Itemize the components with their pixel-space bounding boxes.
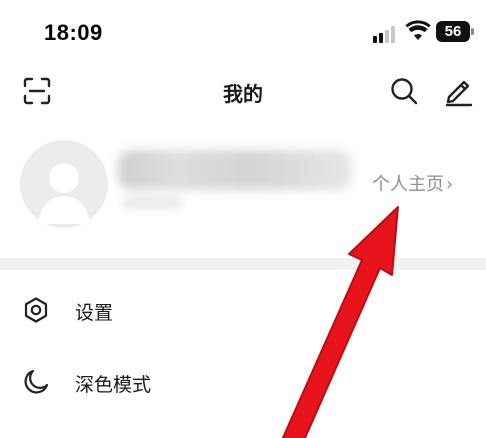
status-time: 18:09 <box>44 20 103 45</box>
personal-homepage-link[interactable]: 个人主页 › <box>372 170 453 196</box>
status-bar: 18:09 56 <box>0 0 486 62</box>
signal-icon <box>373 25 399 43</box>
personal-homepage-label: 个人主页 <box>372 174 444 195</box>
menu-item-dark-mode[interactable]: 深色模式 <box>0 352 486 414</box>
settings-label: 设置 <box>75 302 114 324</box>
menu-item-settings[interactable]: 设置 <box>0 280 486 342</box>
battery-icon: 56 <box>436 21 474 42</box>
default-avatar-icon <box>20 140 108 228</box>
profile-card[interactable]: 个人主页 › <box>0 130 486 250</box>
edit-icon[interactable] <box>443 75 475 107</box>
chevron-right-icon: › <box>446 174 454 195</box>
section-divider <box>0 258 486 270</box>
user-subtitle-blurred <box>122 194 182 210</box>
username-blurred <box>118 150 352 190</box>
moon-icon <box>24 369 49 394</box>
nav-header: 我的 <box>0 62 486 122</box>
wifi-icon <box>405 20 431 40</box>
search-icon[interactable] <box>389 76 419 106</box>
battery-level: 56 <box>436 21 470 42</box>
dark-mode-label: 深色模式 <box>75 374 152 396</box>
avatar[interactable] <box>20 140 108 228</box>
settings-hexagon-icon <box>24 297 48 323</box>
